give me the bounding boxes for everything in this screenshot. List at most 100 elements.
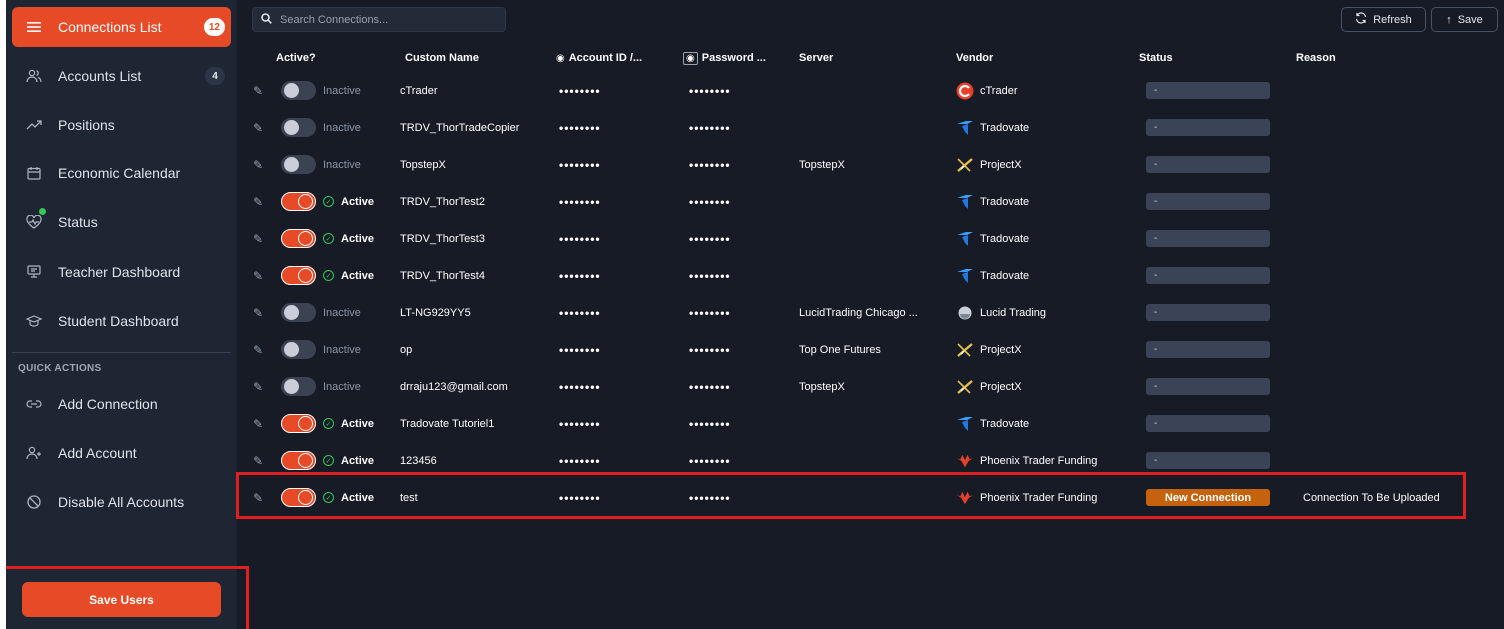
- active-toggle[interactable]: [281, 377, 316, 396]
- table-row: ✎ Inactive TRDV_ThorTradeCopier ••••••••…: [237, 109, 1504, 146]
- account-id-cell: ••••••••: [559, 231, 601, 246]
- sidebar-item-economic-calendar[interactable]: Economic Calendar: [12, 153, 231, 193]
- vendor-cell: ProjectX: [956, 146, 1022, 183]
- sidebar-item-teacher-dashboard[interactable]: Teacher Dashboard: [12, 252, 231, 292]
- sidebar-item-label: Status: [58, 214, 98, 230]
- edit-pencil-icon[interactable]: ✎: [253, 158, 263, 172]
- sidebar-item-label: Disable All Accounts: [58, 494, 185, 510]
- vendor-name: ProjectX: [980, 158, 1022, 171]
- reason-cell: Connection To Be Uploaded: [1303, 491, 1440, 504]
- status-badge: -: [1146, 156, 1270, 173]
- password-cell: ••••••••: [689, 453, 731, 468]
- custom-name-cell: cTrader: [400, 84, 438, 97]
- table-row: ✎ Inactive drraju123@gmail.com •••••••• …: [237, 368, 1504, 405]
- header-account-id[interactable]: ◉ Account ID /...: [556, 52, 642, 64]
- edit-pencil-icon[interactable]: ✎: [253, 306, 263, 320]
- state-text: Inactive: [323, 84, 361, 97]
- custom-name-cell: LT-NG929YY5: [400, 306, 471, 319]
- edit-pencil-icon[interactable]: ✎: [253, 380, 263, 394]
- disable-all-accounts-button[interactable]: Disable All Accounts: [12, 482, 231, 522]
- eye-icon[interactable]: ◉: [556, 53, 565, 64]
- check-circle-icon: ✓: [323, 418, 334, 429]
- link-icon: [24, 394, 44, 414]
- count-badge: 4: [205, 67, 225, 85]
- sidebar-item-accounts-list[interactable]: Accounts List 4: [12, 56, 231, 96]
- active-state: Inactive: [323, 72, 361, 109]
- arrow-up-icon: ↑: [1446, 13, 1452, 26]
- search-bar[interactable]: [252, 7, 506, 32]
- refresh-button[interactable]: Refresh: [1341, 7, 1426, 32]
- sidebar-divider: [12, 352, 231, 353]
- active-state: ✓ Active: [323, 220, 374, 257]
- graduation-cap-icon: [24, 311, 44, 331]
- active-toggle[interactable]: [281, 340, 316, 359]
- add-account-button[interactable]: Add Account: [12, 433, 231, 473]
- edit-pencil-icon[interactable]: ✎: [253, 195, 263, 209]
- save-button[interactable]: ↑ Save: [1431, 7, 1498, 32]
- edit-pencil-icon[interactable]: ✎: [253, 121, 263, 135]
- status-badge: -: [1146, 378, 1270, 395]
- phoenix-logo-icon: [956, 489, 974, 507]
- sidebar-item-connections-list[interactable]: Connections List 12: [12, 7, 231, 47]
- edit-pencil-icon[interactable]: ✎: [253, 454, 263, 468]
- sidebar-item-positions[interactable]: Positions: [12, 105, 231, 145]
- table-row: ✎ ✓ Active TRDV_ThorTest2 •••••••• ••••••…: [237, 183, 1504, 220]
- active-toggle[interactable]: [281, 451, 316, 470]
- active-toggle[interactable]: [281, 81, 316, 100]
- custom-name-cell: Tradovate Tutoriel1: [400, 417, 495, 430]
- toggle-knob: [284, 379, 299, 394]
- edit-pencil-icon[interactable]: ✎: [253, 417, 263, 431]
- list-icon: [24, 17, 44, 37]
- toggle-knob: [284, 157, 299, 172]
- custom-name-cell: drraju123@gmail.com: [400, 380, 508, 393]
- state-text: Active: [341, 269, 375, 282]
- active-toggle[interactable]: [281, 266, 316, 285]
- password-cell: ••••••••: [689, 157, 731, 172]
- header-active[interactable]: Active?: [276, 52, 316, 64]
- vendor-cell: cTrader: [956, 72, 1018, 109]
- eye-icon[interactable]: ◉: [683, 52, 698, 65]
- lucid-logo-icon: [956, 304, 974, 322]
- sidebar-item-student-dashboard[interactable]: Student Dashboard: [12, 301, 231, 341]
- header-password-label: Password ...: [701, 52, 766, 64]
- active-toggle[interactable]: [281, 303, 316, 322]
- active-toggle[interactable]: [281, 155, 316, 174]
- table-row: ✎ ✓ Active test •••••••• •••••••• Phoenix…: [237, 479, 1504, 516]
- search-input[interactable]: [280, 13, 500, 26]
- edit-pencil-icon[interactable]: ✎: [253, 84, 263, 98]
- account-id-cell: ••••••••: [559, 416, 601, 431]
- password-cell: ••••••••: [689, 342, 731, 357]
- edit-pencil-icon[interactable]: ✎: [253, 232, 263, 246]
- sidebar-item-status[interactable]: Status: [12, 202, 231, 242]
- active-toggle[interactable]: [281, 229, 316, 248]
- header-custom-name[interactable]: Custom Name: [405, 52, 479, 64]
- projectx-logo-icon: [956, 341, 974, 359]
- account-id-cell: ••••••••: [559, 194, 601, 209]
- header-status[interactable]: Status: [1139, 52, 1173, 64]
- header-vendor[interactable]: Vendor: [956, 52, 993, 64]
- toggle-knob: [298, 453, 313, 468]
- status-badge: -: [1146, 304, 1270, 321]
- vendor-cell: Tradovate: [956, 220, 1029, 257]
- add-connection-button[interactable]: Add Connection: [12, 384, 231, 424]
- toggle-knob: [298, 268, 313, 283]
- status-badge: -: [1146, 119, 1270, 136]
- vendor-name: Tradovate: [980, 121, 1030, 134]
- edit-pencil-icon[interactable]: ✎: [253, 269, 263, 283]
- sidebar-item-label: Student Dashboard: [58, 313, 179, 329]
- edit-pencil-icon[interactable]: ✎: [253, 343, 263, 357]
- save-users-button[interactable]: Save Users: [22, 582, 221, 617]
- active-state: Inactive: [323, 368, 361, 405]
- header-server[interactable]: Server: [799, 52, 833, 64]
- password-cell: ••••••••: [689, 305, 731, 320]
- active-toggle[interactable]: [281, 192, 316, 211]
- edit-pencil-icon[interactable]: ✎: [253, 491, 263, 505]
- active-toggle[interactable]: [281, 118, 316, 137]
- toggle-knob: [298, 231, 313, 246]
- header-reason[interactable]: Reason: [1296, 52, 1336, 64]
- active-toggle[interactable]: [281, 488, 316, 507]
- header-password[interactable]: ◉ Password ...: [683, 52, 766, 65]
- count-badge: 12: [203, 18, 225, 36]
- status-badge: -: [1146, 341, 1270, 358]
- active-toggle[interactable]: [281, 414, 316, 433]
